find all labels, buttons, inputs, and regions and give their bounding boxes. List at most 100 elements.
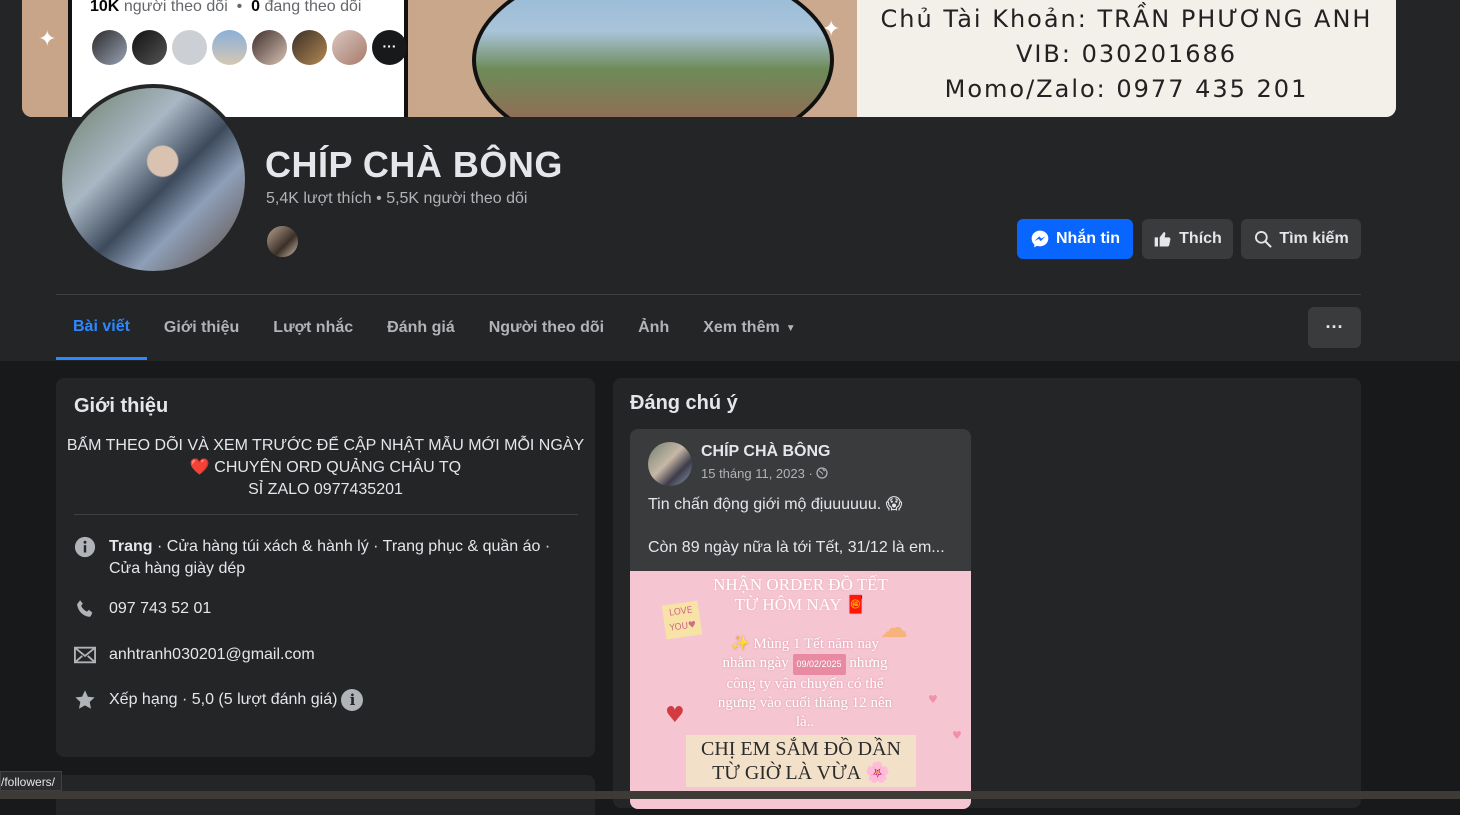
avatar: [252, 30, 287, 65]
followers-count: 10K: [90, 0, 120, 15]
bank-account: VIB: 030201686: [1015, 40, 1238, 68]
tab-mentions[interactable]: Lượt nhắc: [256, 296, 370, 360]
cover-photo[interactable]: ✦ ✦ 10K người theo dõi • 0 đang theo dõi…: [22, 0, 1396, 117]
globe-icon: [816, 467, 829, 479]
more-options-button[interactable]: ···: [1308, 307, 1361, 348]
star-icon: [75, 690, 95, 709]
tab-label: Xem thêm: [703, 319, 780, 336]
featured-title: Đáng chú ý: [630, 392, 738, 414]
profile-header: ✦ ✦ 10K người theo dõi • 0 đang theo dõi…: [0, 0, 1460, 361]
page-stats[interactable]: 5,4K lượt thích • 5,5K người theo dõi: [266, 190, 527, 208]
tab-followers[interactable]: Người theo dõi: [472, 296, 621, 360]
post-date[interactable]: 15 tháng 11, 2023 ·: [701, 466, 829, 481]
intro-title: Giới thiệu: [74, 395, 169, 417]
tab-posts[interactable]: Bài viết: [56, 296, 147, 360]
following-count: 0: [251, 0, 261, 15]
more-avatars-icon: ···: [372, 30, 407, 65]
post-author[interactable]: CHÍP CHÀ BÔNG: [701, 443, 831, 461]
header-divider: [56, 294, 1361, 295]
post-text: Tin chấn động giới mộ địuuuuuu. 😱: [648, 496, 903, 513]
category-label: Trang: [109, 538, 153, 555]
tab-photos[interactable]: Ảnh: [621, 296, 686, 360]
love-you-sticker: LOVE YOU♥: [661, 600, 703, 640]
search-icon: [1255, 231, 1272, 248]
like-button-label: Thích: [1179, 230, 1222, 247]
status-bar-url: /followers/: [0, 771, 63, 791]
image-body-line: nhằm ngày: [722, 655, 789, 671]
message-button[interactable]: Nhắn tin: [1017, 219, 1133, 259]
tab-label: Lượt nhắc: [273, 319, 354, 336]
phone-row: 097 743 52 01: [74, 598, 569, 620]
image-bottom-line: TỪ GIỜ LÀ VỪA 🌸: [712, 762, 890, 784]
intro-divider: [74, 514, 578, 515]
messenger-icon: [1031, 230, 1049, 248]
tab-reviews[interactable]: Đánh giá: [370, 296, 472, 360]
email-address[interactable]: anhtranh030201@gmail.com: [109, 644, 569, 666]
rating-info-icon[interactable]: i: [341, 689, 364, 711]
bio-line: BẤM THEO DÕI VÀ XEM TRƯỚC ĐỂ CẬP NHẬT MẪ…: [66, 437, 585, 454]
following-label: đang theo dõi: [264, 0, 362, 15]
followers-label: người theo dõi: [123, 0, 228, 15]
tab-see-more[interactable]: Xem thêm ▼: [686, 296, 812, 360]
tab-label: Giới thiệu: [163, 319, 240, 336]
tab-label: Đánh giá: [387, 319, 455, 336]
momo-zalo: Momo/Zalo: 0977 435 201: [944, 75, 1309, 103]
post-text: Còn 89 ngày nữa là tới Tết, 31/12 là em.…: [648, 539, 945, 556]
image-body-line: là..: [795, 714, 815, 730]
intro-bio: BẤM THEO DÕI VÀ XEM TRƯỚC ĐỂ CẬP NHẬT MẪ…: [56, 435, 595, 501]
tab-label: Ảnh: [638, 319, 670, 336]
post-image[interactable]: NHẬN ORDER ĐỒ TẾT TỪ HÔM NAY 🧧 LOVE YOU♥ …: [630, 571, 971, 809]
account-owner: Chủ Tài Khoản: TRẦN PHƯƠNG ANH: [880, 5, 1373, 33]
avatar: [292, 30, 327, 65]
image-body-line: nhưng: [849, 655, 888, 671]
profile-picture[interactable]: [58, 84, 249, 275]
bio-line: SỈ ZALO 0977435201: [248, 481, 403, 498]
post-date-text: 15 tháng 11, 2023 ·: [701, 466, 813, 481]
rating-text[interactable]: Xếp hạng · 5,0 (5 lượt đánh giá): [109, 691, 337, 708]
heart-icon: ♥: [952, 729, 962, 742]
category-text: · Cửa hàng túi xách & hành lý · Trang ph…: [109, 538, 551, 577]
avatar: [212, 30, 247, 65]
message-button-label: Nhắn tin: [1056, 230, 1120, 247]
search-button[interactable]: Tìm kiếm: [1241, 219, 1361, 259]
image-body: ✨ Mùng 1 Tết năm nay nhằm ngày 09/02/202…: [690, 635, 920, 732]
tab-label: Người theo dõi: [488, 319, 605, 336]
like-button[interactable]: Thích: [1142, 219, 1233, 259]
image-bottom-line: CHỊ EM SẮM ĐỒ DẦN: [700, 738, 901, 760]
image-body-line: công ty vận chuyển có thể: [726, 676, 884, 692]
tab-about[interactable]: Giới thiệu: [147, 296, 256, 360]
post-author-avatar[interactable]: [648, 442, 692, 486]
category-row: Trang · Cửa hàng túi xách & hành lý · Tr…: [74, 536, 569, 580]
avatar: [332, 30, 367, 65]
caret-down-icon: ▼: [785, 322, 796, 334]
search-button-label: Tìm kiếm: [1279, 230, 1349, 247]
cover-photo-circle: [472, 0, 834, 117]
page-tabs: Bài viết Giới thiệu Lượt nhắc Đánh giá N…: [56, 296, 813, 360]
phone-icon: [77, 600, 93, 617]
heart-icon: ♥: [928, 693, 938, 706]
cover-account-info: Chủ Tài Khoản: TRẦN PHƯƠNG ANH VIB: 0302…: [857, 0, 1396, 117]
email-row: anhtranh030201@gmail.com: [74, 644, 569, 666]
image-body-line: ✨ Mùng 1 Tết năm nay: [731, 636, 879, 652]
avatar: [92, 30, 127, 65]
sparkle-icon: ✦: [38, 26, 57, 51]
admin-avatar[interactable]: [265, 224, 300, 259]
taskbar-strip: [0, 791, 1460, 799]
mail-icon: [74, 646, 96, 664]
avatar: [132, 30, 167, 65]
featured-post[interactable]: CHÍP CHÀ BÔNG 15 tháng 11, 2023 · Tin ch…: [630, 429, 971, 809]
featured-section: Đáng chú ý CHÍP CHÀ BÔNG 15 tháng 11, 20…: [613, 378, 1361, 809]
phone-number[interactable]: 097 743 52 01: [109, 598, 569, 620]
thumbs-up-icon: [1154, 232, 1171, 247]
bio-line: CHUYÊN ORD QUẢNG CHÂU TQ: [214, 459, 462, 476]
avatar: [172, 30, 207, 65]
rating-row: Xếp hạng · 5,0 (5 lượt đánh giá) i: [74, 689, 569, 711]
info-icon: [74, 536, 96, 558]
tab-label: Bài viết: [73, 317, 130, 335]
page-title: CHÍP CHÀ BÔNG: [265, 144, 563, 185]
intro-card: Giới thiệu BẤM THEO DÕI VÀ XEM TRƯỚC ĐỂ …: [56, 378, 595, 757]
image-body-line: ngưng vào cuối tháng 12 nên: [717, 695, 893, 711]
cover-card-stats: 10K người theo dõi • 0 đang theo dõi: [90, 0, 362, 15]
image-bottom-banner: CHỊ EM SẮM ĐỒ DẦN TỪ GIỜ LÀ VỪA 🌸: [686, 735, 916, 787]
cherry-icon: ♥: [665, 703, 685, 728]
